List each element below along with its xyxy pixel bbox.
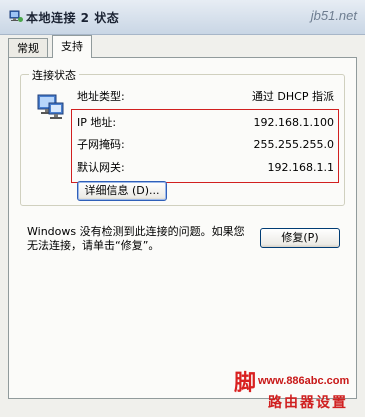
address-type-value: 通过 DHCP 指派 [251,90,334,103]
subnet-mask-row: 子网掩码: 255.255.255.0 [77,137,337,153]
default-gateway-row: 默认网关: 192.168.1.1 [77,160,337,176]
tab-general[interactable]: 常规 [8,38,48,58]
subnet-mask-value: 255.255.255.0 [253,138,334,151]
subnet-mask-label: 子网掩码: [77,138,125,151]
default-gateway-value: 192.168.1.1 [267,161,334,174]
network-connection-icon [9,10,23,22]
site-caption-watermark: 路由器设置 [268,395,348,411]
address-type-row: 地址类型: 通过 DHCP 指派 [77,89,337,105]
repair-button[interactable]: 修复(P) [260,228,340,248]
site-watermark-text: jb51.net [310,8,357,23]
address-type-label: 地址类型: [77,90,125,103]
tab-support[interactable]: 支持 [52,35,92,58]
ip-address-label: IP 地址: [77,116,117,129]
site-brand-watermark: 脚 [234,370,257,396]
tab-bar: 常规 支持 [8,34,357,58]
connection-status-group: 连接状态 地址类型: 通过 DHCP 指派 IP 地址: 192.168.1.1… [20,67,345,206]
details-button[interactable]: 详细信息 (D)... [77,181,167,201]
site-url-watermark: www.886abc.com [258,375,350,387]
ip-address-value: 192.168.1.100 [253,116,334,129]
ip-address-row: IP 地址: 192.168.1.100 [77,115,337,131]
network-adapter-icon [37,94,64,119]
title-bar[interactable]: 本地连接 2 状态 jb51.net [0,0,365,35]
window-title: 本地连接 2 状态 [26,11,120,25]
default-gateway-label: 默认网关: [77,161,125,174]
tab-panel-support: 连接状态 地址类型: 通过 DHCP 指派 IP 地址: 192.168.1.1… [8,57,357,399]
group-legend: 连接状态 [29,67,79,83]
repair-message: Windows 没有检测到此连接的问题。如果您无法连接，请单击“修复”。 [27,225,245,252]
